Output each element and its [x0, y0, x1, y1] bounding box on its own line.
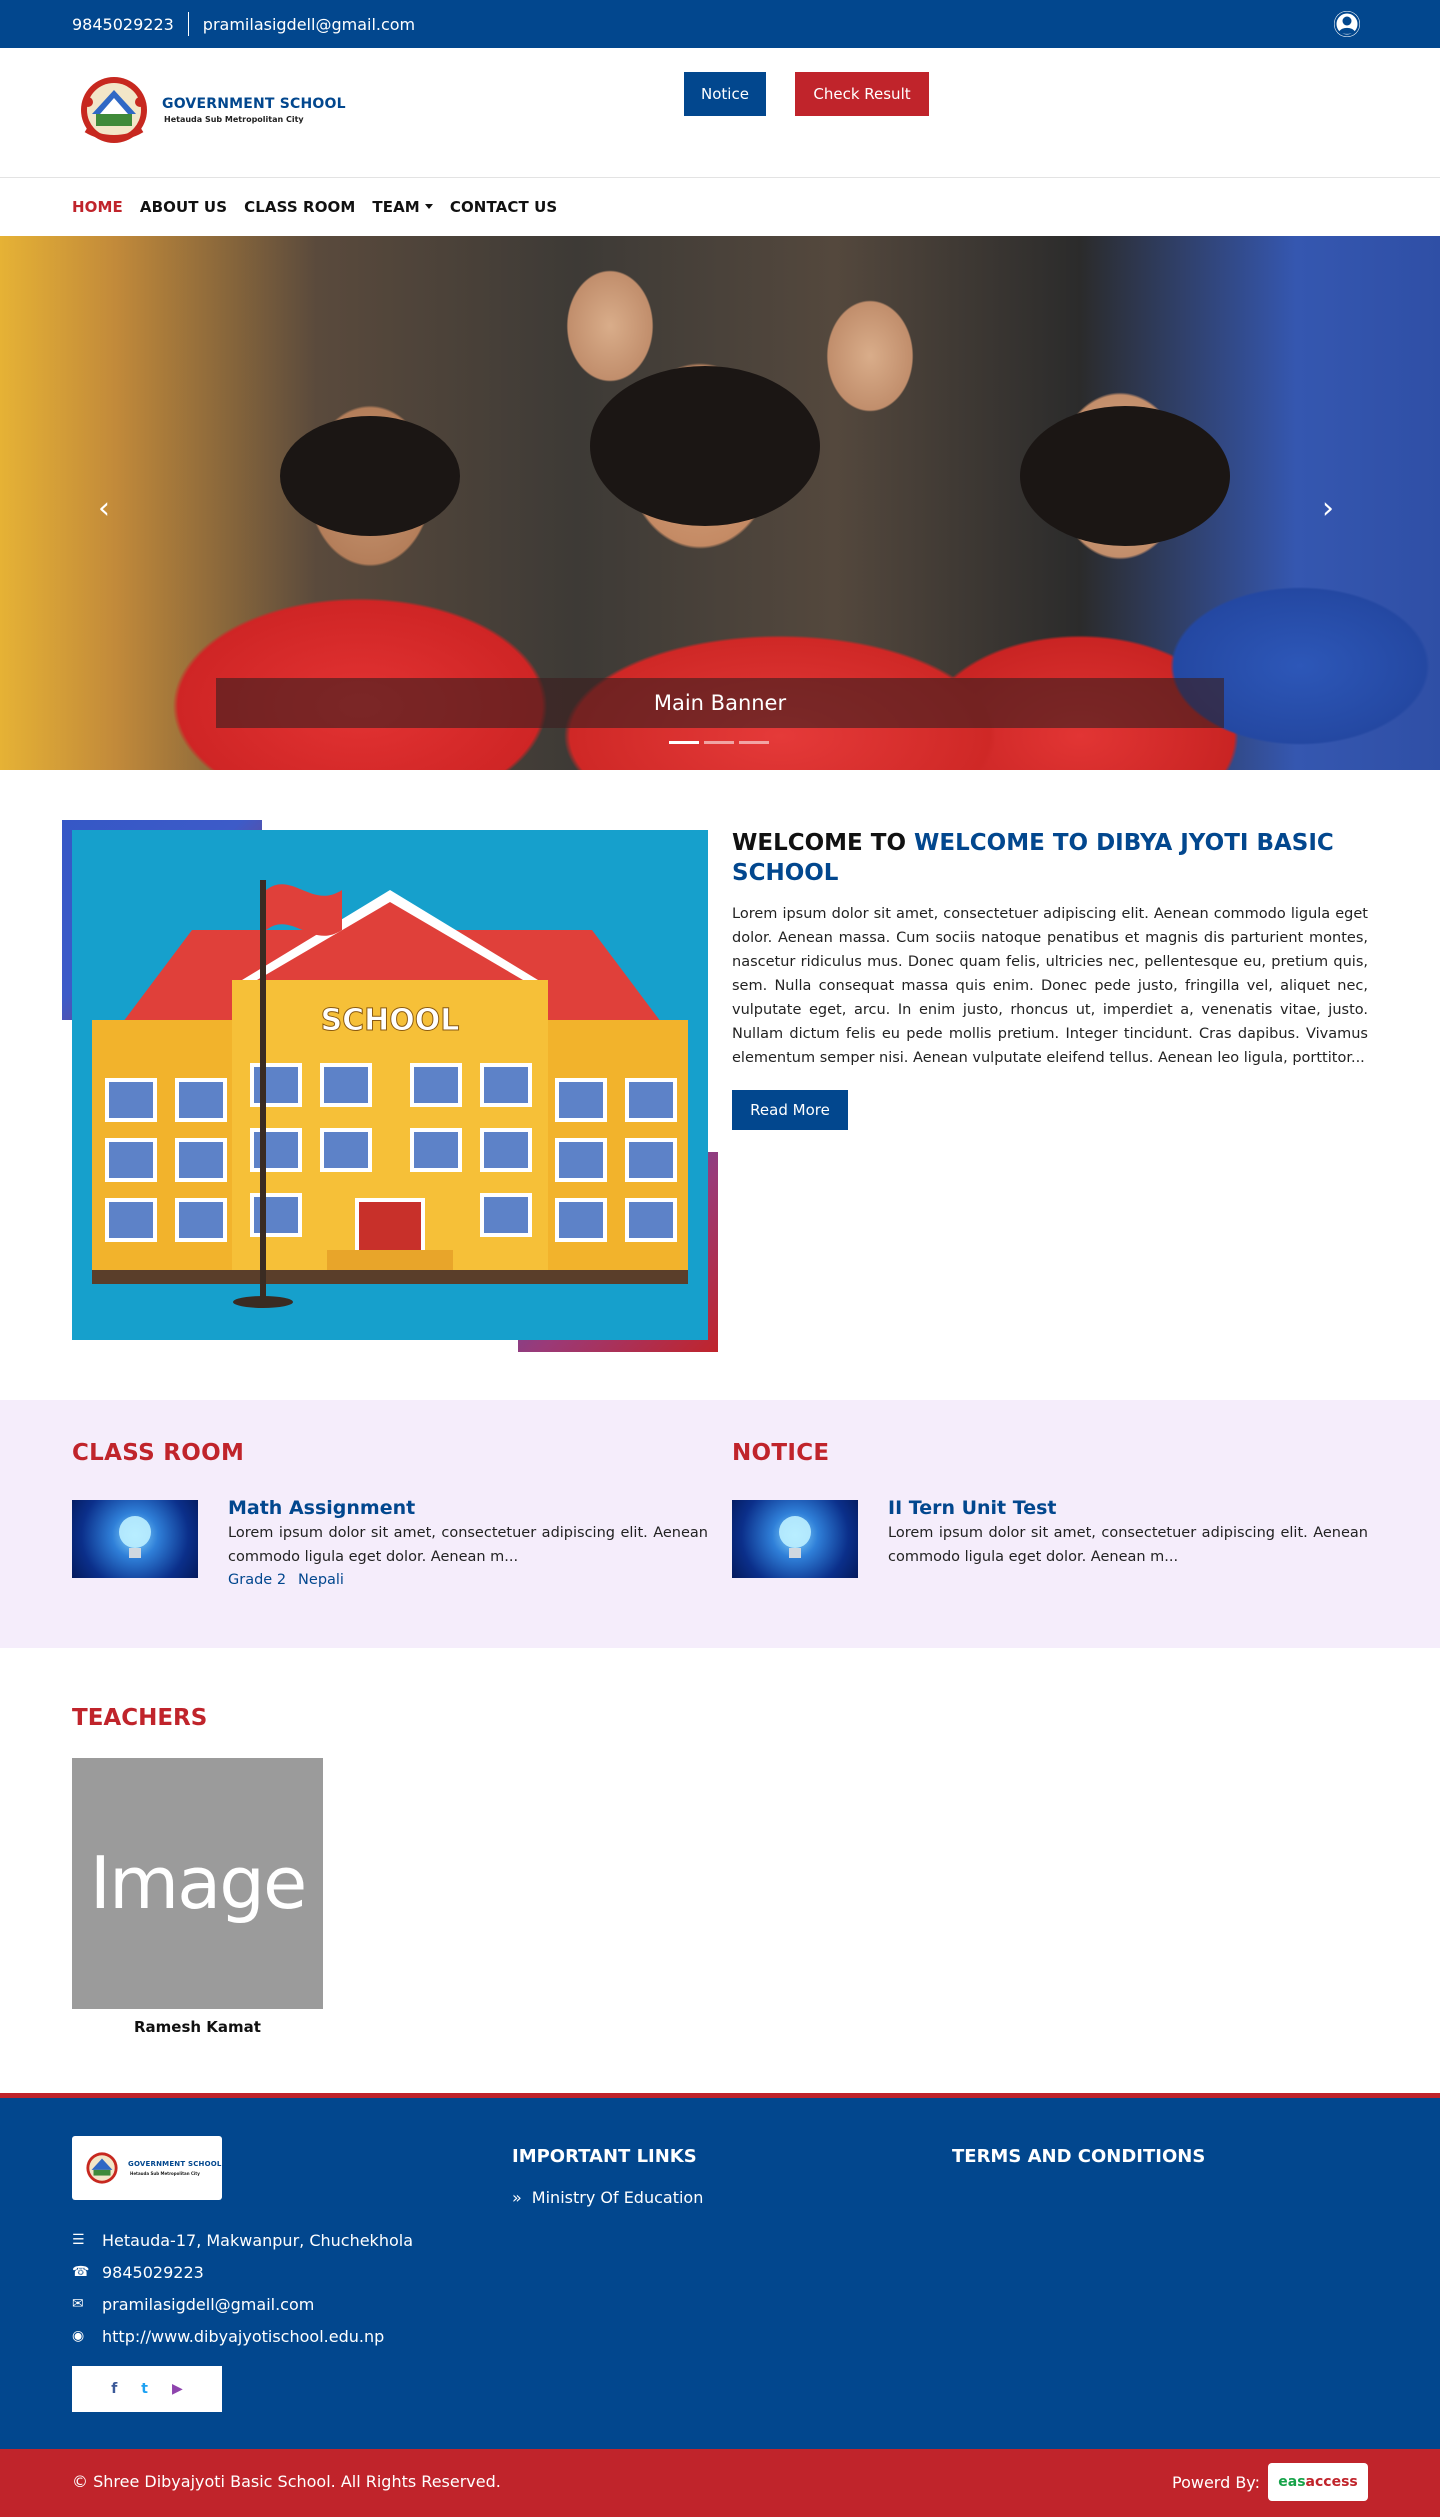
nav-about-us[interactable]: ABOUT US: [140, 198, 227, 216]
vendor-logo[interactable]: eas access: [1268, 2463, 1368, 2501]
notice-item-desc: Lorem ipsum dolor sit amet, consectetuer…: [888, 1525, 1368, 1565]
classroom-column: CLASS ROOM Math Assignment Lorem ipsum d…: [72, 1440, 708, 1588]
check-result-button[interactable]: Check Result: [795, 72, 929, 116]
nav-home[interactable]: HOME: [72, 198, 123, 216]
school-sign-label: SCHOOL: [321, 1003, 460, 1038]
lightbulb-thumbnail: [732, 1500, 858, 1578]
notice-item-title[interactable]: II Tern Unit Test: [888, 1497, 1368, 1519]
notice-column: NOTICE II Tern Unit Test Lorem ipsum dol…: [732, 1440, 1368, 1578]
welcome-heading: WELCOME TO WELCOME TO DIBYA JYOTI BASIC …: [732, 828, 1368, 888]
grade-tag: Grade 2: [228, 1572, 287, 1588]
classroom-item-title[interactable]: Math Assignment: [228, 1497, 708, 1519]
banner-photo-detail: [1020, 406, 1230, 546]
footer-logo[interactable]: GOVERNMENT SCHOOL Hetauda Sub Metropolit…: [72, 2136, 222, 2200]
classroom-item-desc: Lorem ipsum dolor sit amet, consectetuer…: [228, 1525, 708, 1565]
logo-subtitle: Hetauda Sub Metropolitan City: [164, 115, 304, 124]
welcome-section: SCHOOL WELCOME TO WELCOME TO DIBYA JYOTI…: [0, 770, 1440, 1400]
welcome-heading-prefix: WELCOME TO: [732, 830, 907, 856]
footer-email[interactable]: pramilasigdell@gmail.com: [102, 2295, 314, 2314]
classroom-heading: CLASS ROOM: [72, 1440, 245, 1466]
teacher-name: Ramesh Kamat: [134, 2018, 261, 2036]
footer-phone[interactable]: 9845029223: [102, 2263, 204, 2282]
teachers-heading: TEACHERS: [72, 1705, 208, 1731]
ministry-link-label: Ministry Of Education: [531, 2188, 704, 2207]
vendor-logo-part-a: eas: [1278, 2474, 1306, 2490]
nav-class-room[interactable]: CLASS ROOM: [244, 198, 355, 216]
carousel-indicator[interactable]: [739, 741, 769, 744]
carousel-indicator[interactable]: [704, 741, 734, 744]
carousel-indicator[interactable]: [669, 741, 699, 744]
footer-logo-title: GOVERNMENT SCHOOL: [128, 2160, 222, 2168]
teacher-photo-placeholder: Image: [72, 1758, 323, 2009]
lightbulb-thumbnail: [72, 1500, 198, 1578]
hero-carousel: ‹ › Main Banner: [0, 236, 1440, 770]
school-illustration: SCHOOL: [72, 830, 708, 1340]
carousel-indicators: [669, 741, 774, 744]
terms-heading[interactable]: TERMS AND CONDITIONS: [952, 2146, 1205, 2167]
footer-logo-subtitle: Hetauda Sub Metropolitan City: [130, 2171, 200, 2176]
phone-icon: ☎: [72, 2264, 90, 2280]
notice-button[interactable]: Notice: [684, 72, 766, 116]
important-links-heading: IMPORTANT LINKS: [512, 2146, 697, 2167]
youtube-icon[interactable]: ▶: [172, 2381, 183, 2397]
read-more-button[interactable]: Read More: [732, 1090, 848, 1130]
footer-contact: ☰ Hetauda-17, Makwanpur, Chuchekhola ☎ 984…: [72, 2224, 413, 2352]
site-header: GOVERNMENT SCHOOL Hetauda Sub Metropolit…: [0, 48, 1440, 178]
welcome-body: Lorem ipsum dolor sit amet, consectetuer…: [732, 906, 1368, 1066]
footer-address: Hetauda-17, Makwanpur, Chuchekhola: [102, 2230, 413, 2250]
classroom-notice-section: CLASS ROOM Math Assignment Lorem ipsum d…: [0, 1400, 1440, 1648]
site-footer: GOVERNMENT SCHOOL Hetauda Sub Metropolit…: [0, 2093, 1440, 2449]
topbar-email[interactable]: pramilasigdell@gmail.com: [203, 15, 415, 34]
banner-photo-detail-2: [280, 416, 460, 536]
copyright-text: © Shree Dibyajyoti Basic School. All Rig…: [72, 2472, 501, 2491]
site-logo[interactable]: GOVERNMENT SCHOOL Hetauda Sub Metropolit…: [72, 74, 346, 146]
powered-by-label: Powerd By:: [1171, 2472, 1260, 2492]
signpost-icon: ☰: [72, 2232, 85, 2248]
vendor-logo-part-b: access: [1305, 2474, 1358, 2490]
notice-heading: NOTICE: [732, 1440, 830, 1466]
social-links: f t ▶: [72, 2366, 222, 2412]
top-bar: 9845029223 pramilasigdell@gmail.com: [0, 0, 1440, 48]
envelope-icon: ✉: [72, 2296, 84, 2312]
carousel-next-icon[interactable]: ›: [1322, 491, 1334, 526]
nepal-emblem-icon: [81, 77, 147, 143]
facebook-icon[interactable]: f: [111, 2381, 117, 2397]
nav-contact-us[interactable]: CONTACT US: [450, 198, 557, 216]
teachers-section: TEACHERS Image Ramesh Kamat: [0, 1648, 1440, 2093]
dropdown-caret-icon: [424, 204, 433, 209]
footer-website[interactable]: http://www.dibyajyotischool.edu.np: [102, 2327, 384, 2346]
main-nav: HOME ABOUT US CLASS ROOM TEAM CONTACT US: [0, 178, 1440, 236]
nav-team[interactable]: TEAM: [372, 198, 433, 216]
nepal-emblem-icon: [86, 2152, 118, 2184]
subject-tag: Nepali: [298, 1572, 344, 1588]
logo-title: GOVERNMENT SCHOOL: [162, 96, 346, 112]
double-chevron-icon: »: [512, 2188, 522, 2207]
copyright-bar: © Shree Dibyajyoti Basic School. All Rig…: [0, 2449, 1440, 2517]
nav-team-label: TEAM: [372, 198, 420, 216]
user-account-icon[interactable]: [1334, 11, 1360, 37]
topbar-phone[interactable]: 9845029223: [72, 15, 174, 34]
topbar-divider: [187, 12, 189, 36]
twitter-icon[interactable]: t: [141, 2381, 148, 2397]
classroom-card[interactable]: Math Assignment Lorem ipsum dolor sit am…: [72, 1497, 708, 1588]
carousel-prev-icon[interactable]: ‹: [98, 491, 110, 526]
banner-photo: [590, 366, 820, 526]
globe-icon: ◉: [72, 2328, 85, 2344]
banner-caption: Main Banner: [216, 678, 1224, 728]
ministry-link[interactable]: » Ministry Of Education: [512, 2188, 703, 2207]
notice-card[interactable]: II Tern Unit Test Lorem ipsum dolor sit …: [732, 1497, 1368, 1578]
